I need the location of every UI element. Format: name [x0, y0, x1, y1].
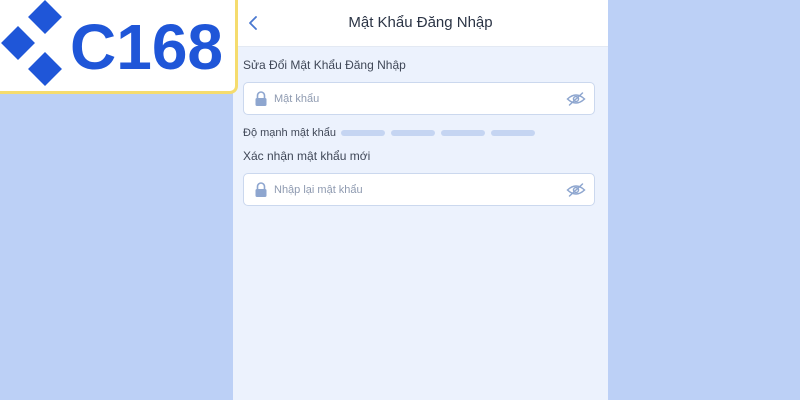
confirm-password-field[interactable]: [243, 173, 595, 206]
lock-icon: [255, 91, 267, 106]
eye-off-icon[interactable]: [566, 182, 586, 198]
strength-bar-1: [341, 130, 385, 136]
lock-icon: [255, 182, 267, 197]
confirm-title: Xác nhận mật khẩu mới: [243, 149, 371, 163]
section-title: Sửa Đổi Mật Khẩu Đăng Nhập: [243, 58, 406, 72]
strength-bar-3: [441, 130, 485, 136]
strength-bar-4: [491, 130, 535, 136]
password-field[interactable]: [243, 82, 595, 115]
strength-label: Độ mạnh mật khẩu: [243, 127, 336, 139]
app-header: Mật Khẩu Đăng Nhập: [233, 0, 608, 47]
logo-text: C168: [70, 11, 223, 83]
strength-bar-2: [391, 130, 435, 136]
brand-logo: C168: [0, 0, 238, 94]
mobile-screen: Mật Khẩu Đăng Nhập Sửa Đổi Mật Khẩu Đăng…: [233, 0, 608, 400]
eye-off-icon[interactable]: [566, 91, 586, 107]
page-title: Mật Khẩu Đăng Nhập: [348, 14, 493, 31]
c168-logo-mark: C168: [1, 0, 223, 86]
confirm-password-input[interactable]: [274, 180, 554, 200]
password-input[interactable]: [274, 89, 554, 109]
